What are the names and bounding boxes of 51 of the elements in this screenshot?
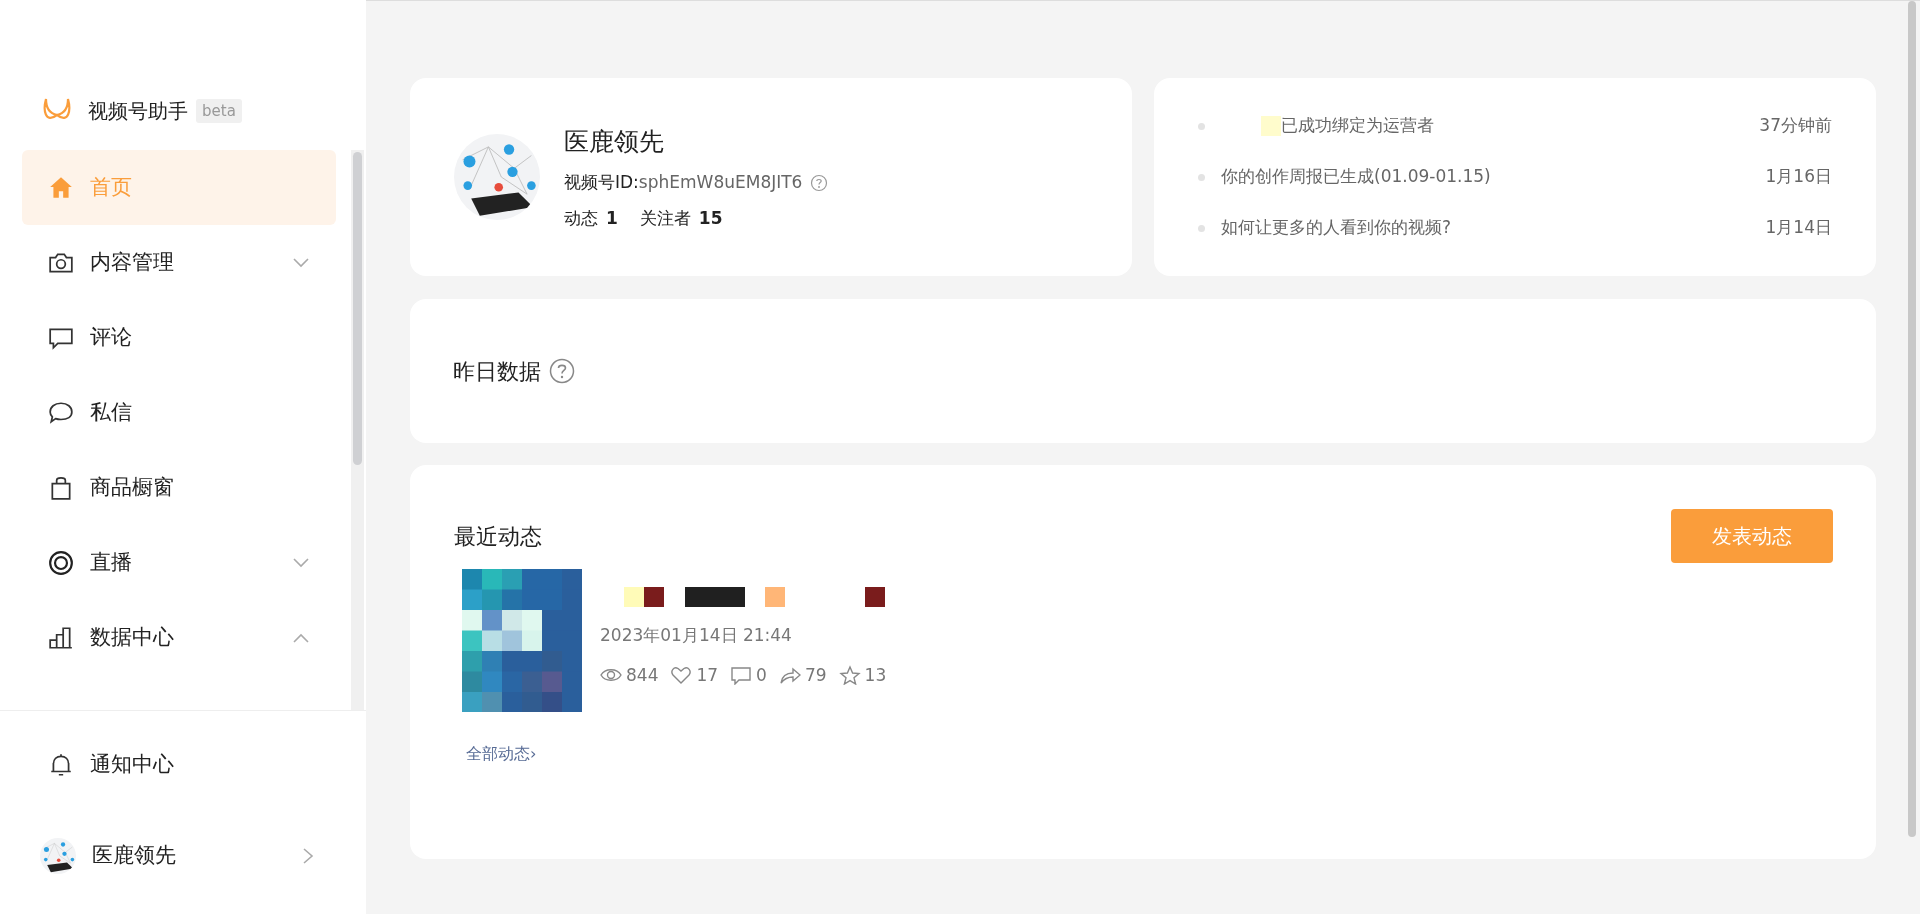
stat-count: 79: [804, 663, 827, 687]
nav-item[interactable]: 直播: [22, 525, 336, 600]
nav-item[interactable]: 内容管理: [22, 225, 336, 300]
notification-time: 1月14日: [1765, 216, 1832, 240]
bullet-dot: [1198, 173, 1205, 181]
account-name: 医鹿领先: [564, 125, 665, 158]
nav-item[interactable]: 商品橱窗: [22, 450, 336, 525]
stat-label: 关注者: [639, 206, 691, 230]
bar-chart-icon: [48, 624, 74, 651]
nav-item[interactable]: 通知中心: [22, 727, 336, 802]
chevron-down-icon: [292, 556, 310, 569]
chevron-up-icon: [292, 631, 310, 644]
chat-icon: [48, 399, 74, 426]
post-date: 2023年01月14日 21:44: [600, 624, 793, 647]
bell-icon: [48, 751, 74, 778]
account-id: 视频号ID:sphEmW8uEM8JIT6: [564, 171, 803, 195]
nav-item[interactable]: 私信: [22, 375, 336, 450]
stat-value: 1: [606, 206, 618, 230]
all-posts-link[interactable]: 全部动态›: [466, 742, 537, 766]
beta-badge: beta: [196, 98, 242, 124]
nav-item[interactable]: 数据中心: [22, 600, 336, 675]
notification-link[interactable]: 你的创作周报已生成(01.09-01.15): [1221, 164, 1766, 190]
nav-item[interactable]: 评论: [22, 300, 336, 375]
help-icon[interactable]: [549, 358, 575, 384]
star-icon: [838, 665, 861, 686]
app-name: 视频号助手: [88, 98, 188, 125]
shopping-bag-icon: [48, 474, 74, 501]
section-title: 最近动态: [454, 522, 542, 551]
live-icon: [48, 549, 74, 576]
section-title: 昨日数据: [453, 357, 541, 386]
stat-label: 动态: [564, 206, 598, 230]
bullet-dot: [1198, 122, 1205, 130]
comment-icon: [730, 665, 753, 686]
bullet-dot: [1198, 224, 1205, 232]
notification-link[interactable]: 已成功绑定为运营者: [1281, 113, 1760, 139]
chevron-right-icon: [302, 846, 314, 865]
stat-count: 0: [756, 663, 767, 687]
chevron-down-icon: [292, 256, 310, 269]
scrollbar-thumb[interactable]: [353, 152, 362, 465]
notification-link[interactable]: 如何让更多的人看到你的视频?: [1221, 215, 1766, 241]
heart-icon: [670, 665, 693, 686]
scrollbar-thumb[interactable]: [1908, 1, 1916, 837]
account-item[interactable]: 医鹿领先: [22, 818, 336, 893]
notification-time: 37分钟前: [1759, 114, 1832, 138]
stat-count: 13: [864, 663, 887, 687]
share-icon: [778, 665, 801, 686]
help-icon[interactable]: [810, 174, 829, 192]
stat-value: 15: [698, 206, 723, 230]
stat-count: 844: [626, 663, 659, 687]
stat-count: 17: [696, 663, 719, 687]
notification-time: 1月16日: [1765, 165, 1832, 189]
